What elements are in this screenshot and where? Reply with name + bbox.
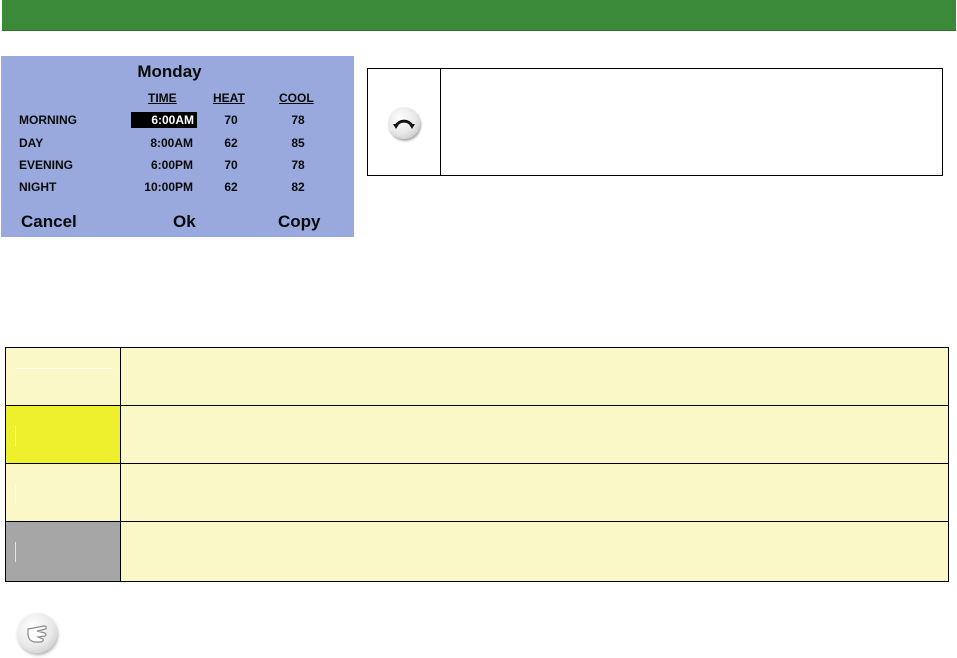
ok-button[interactable]: Ok [173,212,196,232]
cool-cell-day[interactable]: 85 [284,136,312,150]
legend-row [6,406,948,464]
rotate-knob-icon [388,107,420,139]
period-label-morning: MORNING [19,113,77,127]
time-column-header: TIME [148,91,177,105]
legend-row [6,348,948,406]
swatch-highlight [15,426,16,446]
day-title: Monday [137,62,202,81]
legend-table [5,347,949,582]
time-cell-day[interactable]: 8:00AM [123,136,193,150]
color-swatch-pale-yellow [6,348,121,405]
legend-row [6,464,948,522]
cool-cell-morning[interactable]: 78 [284,113,312,127]
heat-cell-morning[interactable]: 70 [217,113,245,127]
time-cell-morning[interactable]: 6:00AM [131,112,197,128]
heat-cell-day[interactable]: 62 [217,136,245,150]
heat-column-header: HEAT [213,91,245,105]
legend-row [6,522,948,581]
swatch-highlight [15,368,113,369]
swatch-highlight [15,542,16,562]
color-swatch-pale-yellow-2 [6,464,121,521]
copy-button[interactable]: Copy [278,212,321,232]
period-label-night: NIGHT [19,180,57,194]
time-cell-evening[interactable]: 6:00PM [123,158,193,172]
period-label-day: DAY [19,136,44,150]
color-swatch-gray [6,522,121,581]
heat-cell-evening[interactable]: 70 [217,158,245,172]
schedule-screen: Monday TIME HEAT COOL MORNING 6:00AM 70 … [1,56,354,237]
callout-divider [440,69,441,175]
hand-pointer-icon [17,613,57,653]
color-swatch-yellow [6,406,121,463]
cool-cell-evening[interactable]: 78 [284,158,312,172]
cool-cell-night[interactable]: 82 [284,180,312,194]
info-callout [367,68,943,176]
time-cell-night[interactable]: 10:00PM [123,180,193,194]
cool-column-header: COOL [279,91,314,105]
heat-cell-night[interactable]: 62 [217,180,245,194]
swatch-highlight [15,484,16,504]
cancel-button[interactable]: Cancel [21,212,77,232]
header-bar [2,0,956,31]
period-label-evening: EVENING [19,158,74,172]
